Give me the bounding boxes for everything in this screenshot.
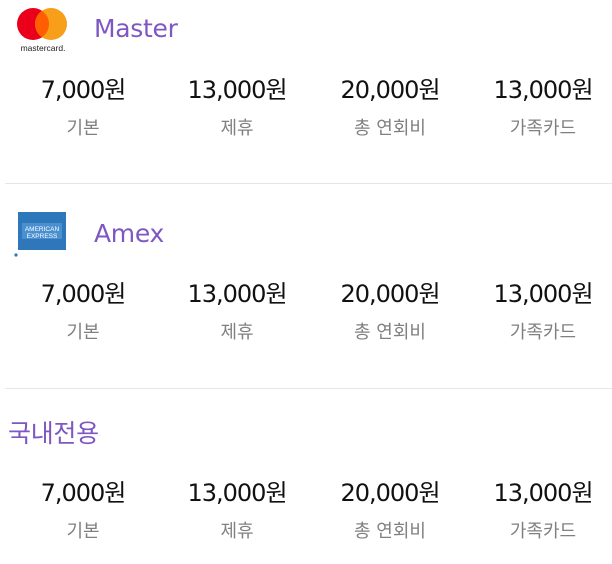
fee-amount: 13,000원 xyxy=(493,280,593,308)
section-divider xyxy=(5,388,612,389)
fee-amount: 7,000원 xyxy=(40,76,127,104)
svg-text:EXPRESS: EXPRESS xyxy=(27,233,58,240)
card-section-master: mastercard. Master 7,000원 기본 13,000원 제휴 … xyxy=(0,0,612,184)
fee-amount: 13,000원 xyxy=(493,76,593,104)
fee-affiliate: 13,000원 제휴 xyxy=(157,75,317,140)
fee-family: 13,000원 가족카드 xyxy=(463,478,612,543)
fee-label: 총 연회비 xyxy=(354,322,426,343)
fee-row: 7,000원 기본 13,000원 제휴 20,000원 총 연회비 13,00… xyxy=(0,75,612,155)
card-section-domestic: 국내전용 7,000원 기본 13,000원 제휴 20,000원 총 연회비 … xyxy=(0,405,612,564)
fee-amount: 20,000원 xyxy=(340,280,440,308)
mastercard-logo: mastercard. xyxy=(10,4,76,58)
fee-amount: 7,000원 xyxy=(40,479,127,507)
fee-amount: 13,000원 xyxy=(187,280,287,308)
card-header: 국내전용 xyxy=(0,405,612,455)
fee-total: 20,000원 총 연회비 xyxy=(310,478,470,543)
fee-label: 기본 xyxy=(66,322,100,343)
card-header: AMERICAN EXPRESS Amex xyxy=(0,205,612,257)
fee-family: 13,000원 가족카드 xyxy=(463,279,612,344)
fee-row: 7,000원 기본 13,000원 제휴 20,000원 총 연회비 13,00… xyxy=(0,279,612,359)
fee-label: 가족카드 xyxy=(509,322,577,343)
fee-affiliate: 13,000원 제휴 xyxy=(157,478,317,543)
brand-name: Amex xyxy=(94,219,164,248)
amex-logo: AMERICAN EXPRESS xyxy=(13,209,69,261)
card-header: mastercard. Master xyxy=(0,0,612,53)
fee-amount: 20,000원 xyxy=(340,76,440,104)
svg-text:AMERICAN: AMERICAN xyxy=(25,226,60,233)
brand-name: Master xyxy=(94,14,178,43)
brand-name: 국내전용 xyxy=(8,419,99,448)
mastercard-logo-text: mastercard. xyxy=(21,43,66,53)
fee-label: 가족카드 xyxy=(509,521,577,542)
fee-label: 제휴 xyxy=(220,118,254,139)
fee-label: 가족카드 xyxy=(509,118,577,139)
fee-amount: 13,000원 xyxy=(493,479,593,507)
fee-amount: 20,000원 xyxy=(340,479,440,507)
fee-label: 제휴 xyxy=(220,521,254,542)
fee-total: 20,000원 총 연회비 xyxy=(310,279,470,344)
fee-label: 총 연회비 xyxy=(354,118,426,139)
fee-label: 기본 xyxy=(66,118,100,139)
fee-family: 13,000원 가족카드 xyxy=(463,75,612,140)
fee-row: 7,000원 기본 13,000원 제휴 20,000원 총 연회비 13,00… xyxy=(0,478,612,558)
fee-affiliate: 13,000원 제휴 xyxy=(157,279,317,344)
fee-total: 20,000원 총 연회비 xyxy=(310,75,470,140)
fee-basic: 7,000원 기본 xyxy=(3,478,163,543)
fee-amount: 13,000원 xyxy=(187,76,287,104)
section-divider xyxy=(5,183,612,184)
fee-label: 총 연회비 xyxy=(354,521,426,542)
card-section-amex: AMERICAN EXPRESS Amex 7,000원 기본 13,000원 … xyxy=(0,205,612,389)
fee-basic: 7,000원 기본 xyxy=(3,279,163,344)
fee-label: 기본 xyxy=(66,521,100,542)
fee-basic: 7,000원 기본 xyxy=(3,75,163,140)
fee-amount: 13,000원 xyxy=(187,479,287,507)
fee-label: 제휴 xyxy=(220,322,254,343)
fee-amount: 7,000원 xyxy=(40,280,127,308)
